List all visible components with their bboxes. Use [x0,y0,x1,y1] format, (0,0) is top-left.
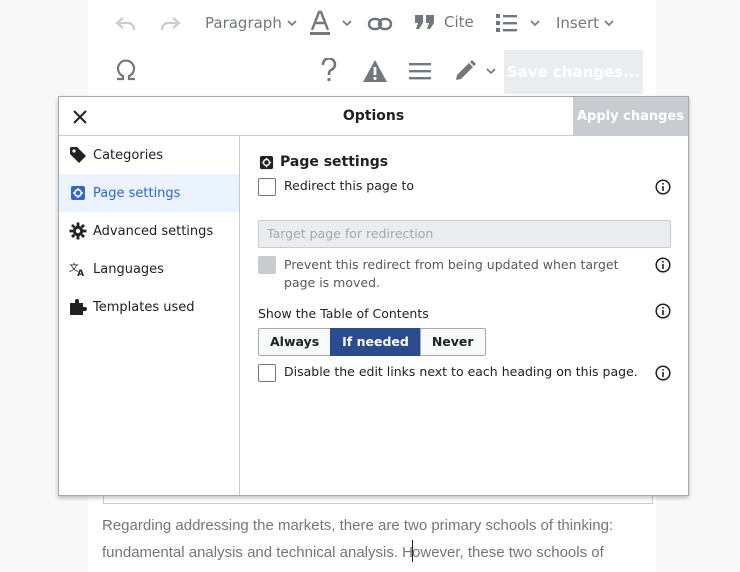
close-icon [73,110,87,124]
insert-dropdown[interactable]: Insert [556,14,615,32]
sidebar-item-categories[interactable]: Categories [59,136,239,174]
notices-button[interactable] [362,59,388,83]
language-icon: 文A [69,260,87,278]
panel-title-text: Page settings [280,154,389,170]
special-character-button[interactable] [114,58,138,82]
toc-if-needed-button[interactable]: If needed [330,328,421,356]
sidebar-item-label: Categories [93,147,164,163]
redo-icon [160,17,181,30]
toc-label: Show the Table of Contents [258,306,429,321]
options-sidebar: Categories Page settings Advanced settin… [59,136,240,495]
apply-changes-button[interactable]: Apply changes [573,97,688,136]
undo-icon [115,17,136,30]
text-style-icon [310,10,330,35]
sidebar-item-label: Page settings [93,185,181,201]
redirect-checkbox[interactable] [258,178,276,196]
cite-button[interactable]: Cite [414,12,474,32]
sidebar-item-label: Languages [93,261,164,277]
prevent-redirect-checkbox[interactable] [258,256,276,274]
text-run: owever, these two schools of [412,544,604,561]
alert-icon [363,60,387,82]
list-dropdown[interactable] [495,12,541,34]
tag-icon [69,146,87,164]
toc-never-button[interactable]: Never [419,328,486,356]
bullet-list-icon [496,14,517,32]
info-icon[interactable] [655,303,671,319]
prevent-redirect-label: Prevent this redirect from being updated… [284,257,619,290]
gear-icon [69,222,87,240]
text-style-dropdown[interactable] [309,10,353,36]
article-text[interactable]: Regarding addressing the markets, there … [102,512,642,566]
info-icon[interactable] [655,179,671,195]
chevron-down-icon [287,20,297,27]
undo-button[interactable] [114,12,138,36]
sidebar-item-label: Advanced settings [93,223,214,239]
quote-icon [415,15,434,29]
sidebar-item-templates-used[interactable]: Templates used [59,288,239,326]
settings-icon [69,184,87,202]
disable-edit-links-checkbox[interactable] [258,364,276,382]
paragraph-label: Paragraph [205,14,282,32]
options-dialog: Options Apply changes Categories Page se… [58,96,689,496]
link-icon [367,17,393,31]
svg-text:A: A [77,269,84,278]
redirect-target-input[interactable]: Target page for redirection [258,220,671,248]
sidebar-item-advanced-settings[interactable]: Advanced settings [59,212,239,250]
puzzle-icon [69,298,87,316]
toc-always-button[interactable]: Always [258,328,332,356]
omega-icon [116,59,136,81]
redirect-label: Redirect this page to [284,178,415,193]
redirect-row: Redirect this page to [258,178,414,196]
panel-title: Page settings [259,154,388,170]
save-changes-button[interactable]: Save changes... [504,50,643,94]
disable-edit-links-row: Disable the edit links next to each head… [258,364,638,382]
link-button[interactable] [367,12,393,36]
article-line: Regarding addressing the markets, there … [102,517,614,534]
help-icon [321,58,337,81]
settings-icon [259,155,274,169]
chevron-down-icon [604,20,614,27]
menu-icon [409,63,431,80]
page-settings-panel: Page settings Redirect this page to Targ… [241,136,688,495]
sidebar-item-languages[interactable]: 文A Languages [59,250,239,288]
info-icon[interactable] [655,365,671,381]
chevron-down-icon [530,20,540,27]
sidebar-item-page-settings[interactable]: Page settings [59,174,239,212]
edit-mode-dropdown[interactable] [453,59,497,83]
disable-edit-links-label: Disable the edit links next to each head… [284,364,638,379]
sidebar-item-label: Templates used [93,299,195,315]
page-options-button[interactable] [408,61,432,81]
chevron-down-icon [342,20,352,27]
cite-label: Cite [444,13,474,31]
dialog-header: Options Apply changes [59,97,688,136]
pencil-icon [456,60,476,80]
article-line: fundamental analysis and technical analy… [102,539,642,566]
info-icon[interactable] [655,257,671,273]
text-run: fundamental analysis and technical analy… [102,544,414,561]
close-button[interactable] [67,104,93,130]
prevent-redirect-row: Prevent this redirect from being updated… [258,256,648,292]
help-button[interactable] [319,58,339,84]
redo-button[interactable] [158,12,182,36]
insert-label: Insert [556,14,600,32]
chevron-down-icon [486,68,496,75]
paragraph-dropdown[interactable]: Paragraph [205,14,298,32]
editor-toolbar: Paragraph Cite Insert Save changes... [88,0,656,96]
toc-button-group: Always If needed Never [258,328,486,356]
